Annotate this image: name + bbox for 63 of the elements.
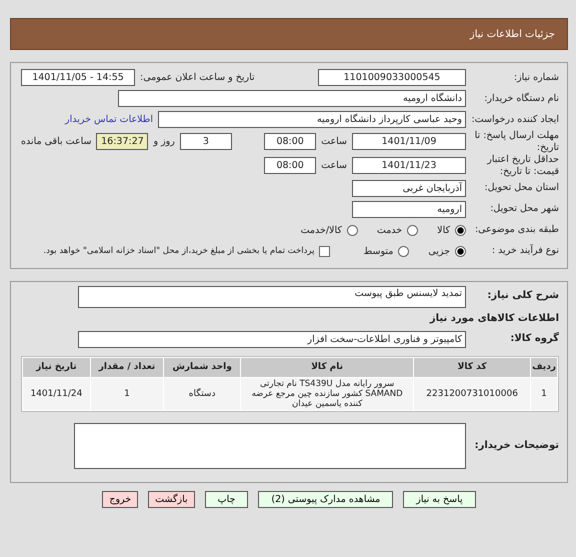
field-label: شماره نیاز: <box>512 72 559 84</box>
buyer-field: دانشگاه ارومیه <box>118 90 466 107</box>
action-button[interactable]: بازگشت <box>148 491 195 508</box>
field-label: نوع فرآیند خرید : <box>490 245 559 257</box>
radio-label: متوسط <box>363 246 394 256</box>
province-field: آذربایجان غربی <box>352 180 466 196</box>
radio-button[interactable] <box>346 224 358 236</box>
radio-button[interactable] <box>407 224 418 236</box>
action-button[interactable]: مشاهده مدارک پیوستی (2) <box>258 491 394 508</box>
field-label: شهر محل تحویل: <box>489 203 559 215</box>
city-field: ارومیه <box>352 200 466 218</box>
field-label: توضیحات خریدار: <box>474 440 559 452</box>
code-cell: 2231200731010006 <box>414 378 530 410</box>
row-number-cell: 1 <box>531 378 557 410</box>
requester-field: وحید عباسی کارپرداز دانشگاه ارومیه <box>158 111 466 128</box>
need-number-field: 1101009033000545 <box>318 69 466 86</box>
action-button[interactable]: چاپ <box>204 491 248 508</box>
field-label: روز و <box>153 136 175 148</box>
field-label: شرح کلی نیاز: <box>486 290 559 303</box>
checkbox-label: پرداخت تمام یا بخشی از مبلغ خرید،از محل "اسناد خزانه اسلامی" خواهد بود. <box>43 246 314 256</box>
field-label: گروه کالا: <box>509 332 559 346</box>
radio-label: خدمت <box>376 224 402 236</box>
name-cell: سرور رایانه مدل TS439U نام تجارتی SAMAND کشور سازنده چین مرجع عرضه کننده یاسمین عیدان <box>241 378 414 410</box>
field-label: مهلت ارسال پاسخ: تا تاریخ: <box>474 130 559 154</box>
radio-button[interactable] <box>455 246 466 256</box>
remaining-time-field: 16:37:27 <box>96 133 148 150</box>
buyer-contact-link[interactable]: اطلاعات تماس خریدار <box>64 114 153 125</box>
field-label: حداقل تاریخ اعتبار قیمت: تا تاریخ: <box>486 154 559 178</box>
announce-date-field: 1401/11/05 - 14:55 <box>21 69 135 86</box>
field-label: ایجاد کننده درخواست: <box>471 114 559 126</box>
column-header: واحد شمارش <box>164 358 240 376</box>
column-header: کد کالا <box>414 358 530 376</box>
action-button[interactable]: خروج <box>102 491 138 508</box>
field-label: طبقه بندی موضوعی: <box>474 224 559 236</box>
section-heading: اطلاعات کالاهای مورد نیاز <box>430 312 559 324</box>
quantity-cell: 1 <box>90 378 164 410</box>
radio-label: کالا/خدمت <box>300 224 342 236</box>
field-label: تاریخ و ساعت اعلان عمومی: <box>140 72 255 83</box>
column-header: نام کالا <box>241 358 414 376</box>
column-header: تاریخ نیاز <box>23 358 90 376</box>
days-field: 3 <box>180 133 232 150</box>
field-label: استان محل تحویل: <box>483 182 559 194</box>
validity-time-field: 08:00 <box>264 157 316 174</box>
column-header: تعداد / مقدار <box>90 358 164 376</box>
deadline-date-field: 1401/11/09 <box>352 133 466 150</box>
deadline-time-field: 08:00 <box>264 133 316 150</box>
field-label: ساعت <box>321 160 347 172</box>
radio-label: جزیی <box>428 246 450 256</box>
field-label: ساعت <box>321 136 347 148</box>
checkbox[interactable] <box>319 246 330 256</box>
unit-cell: دستگاه <box>164 378 240 410</box>
validity-date-field: 1401/11/23 <box>352 157 466 174</box>
radio-button[interactable] <box>398 246 410 256</box>
field-label: ساعت باقی مانده <box>21 136 92 148</box>
radio-label: کالا <box>437 224 450 236</box>
column-header: ردیف <box>531 358 557 376</box>
date-cell: 1401/11/24 <box>23 378 90 410</box>
page-title: جزئیات اطلاعات نیاز <box>470 28 555 40</box>
description-field: تمدید لایسنس طبق پیوست <box>78 286 466 308</box>
radio-button[interactable] <box>455 224 466 236</box>
field-label: نام دستگاه خریدار: <box>483 92 559 104</box>
action-button[interactable]: پاسخ به نیاز <box>403 491 476 508</box>
goods-group-field: کامپیوتر و فناوری اطلاعات-سخت افزار <box>78 330 466 348</box>
